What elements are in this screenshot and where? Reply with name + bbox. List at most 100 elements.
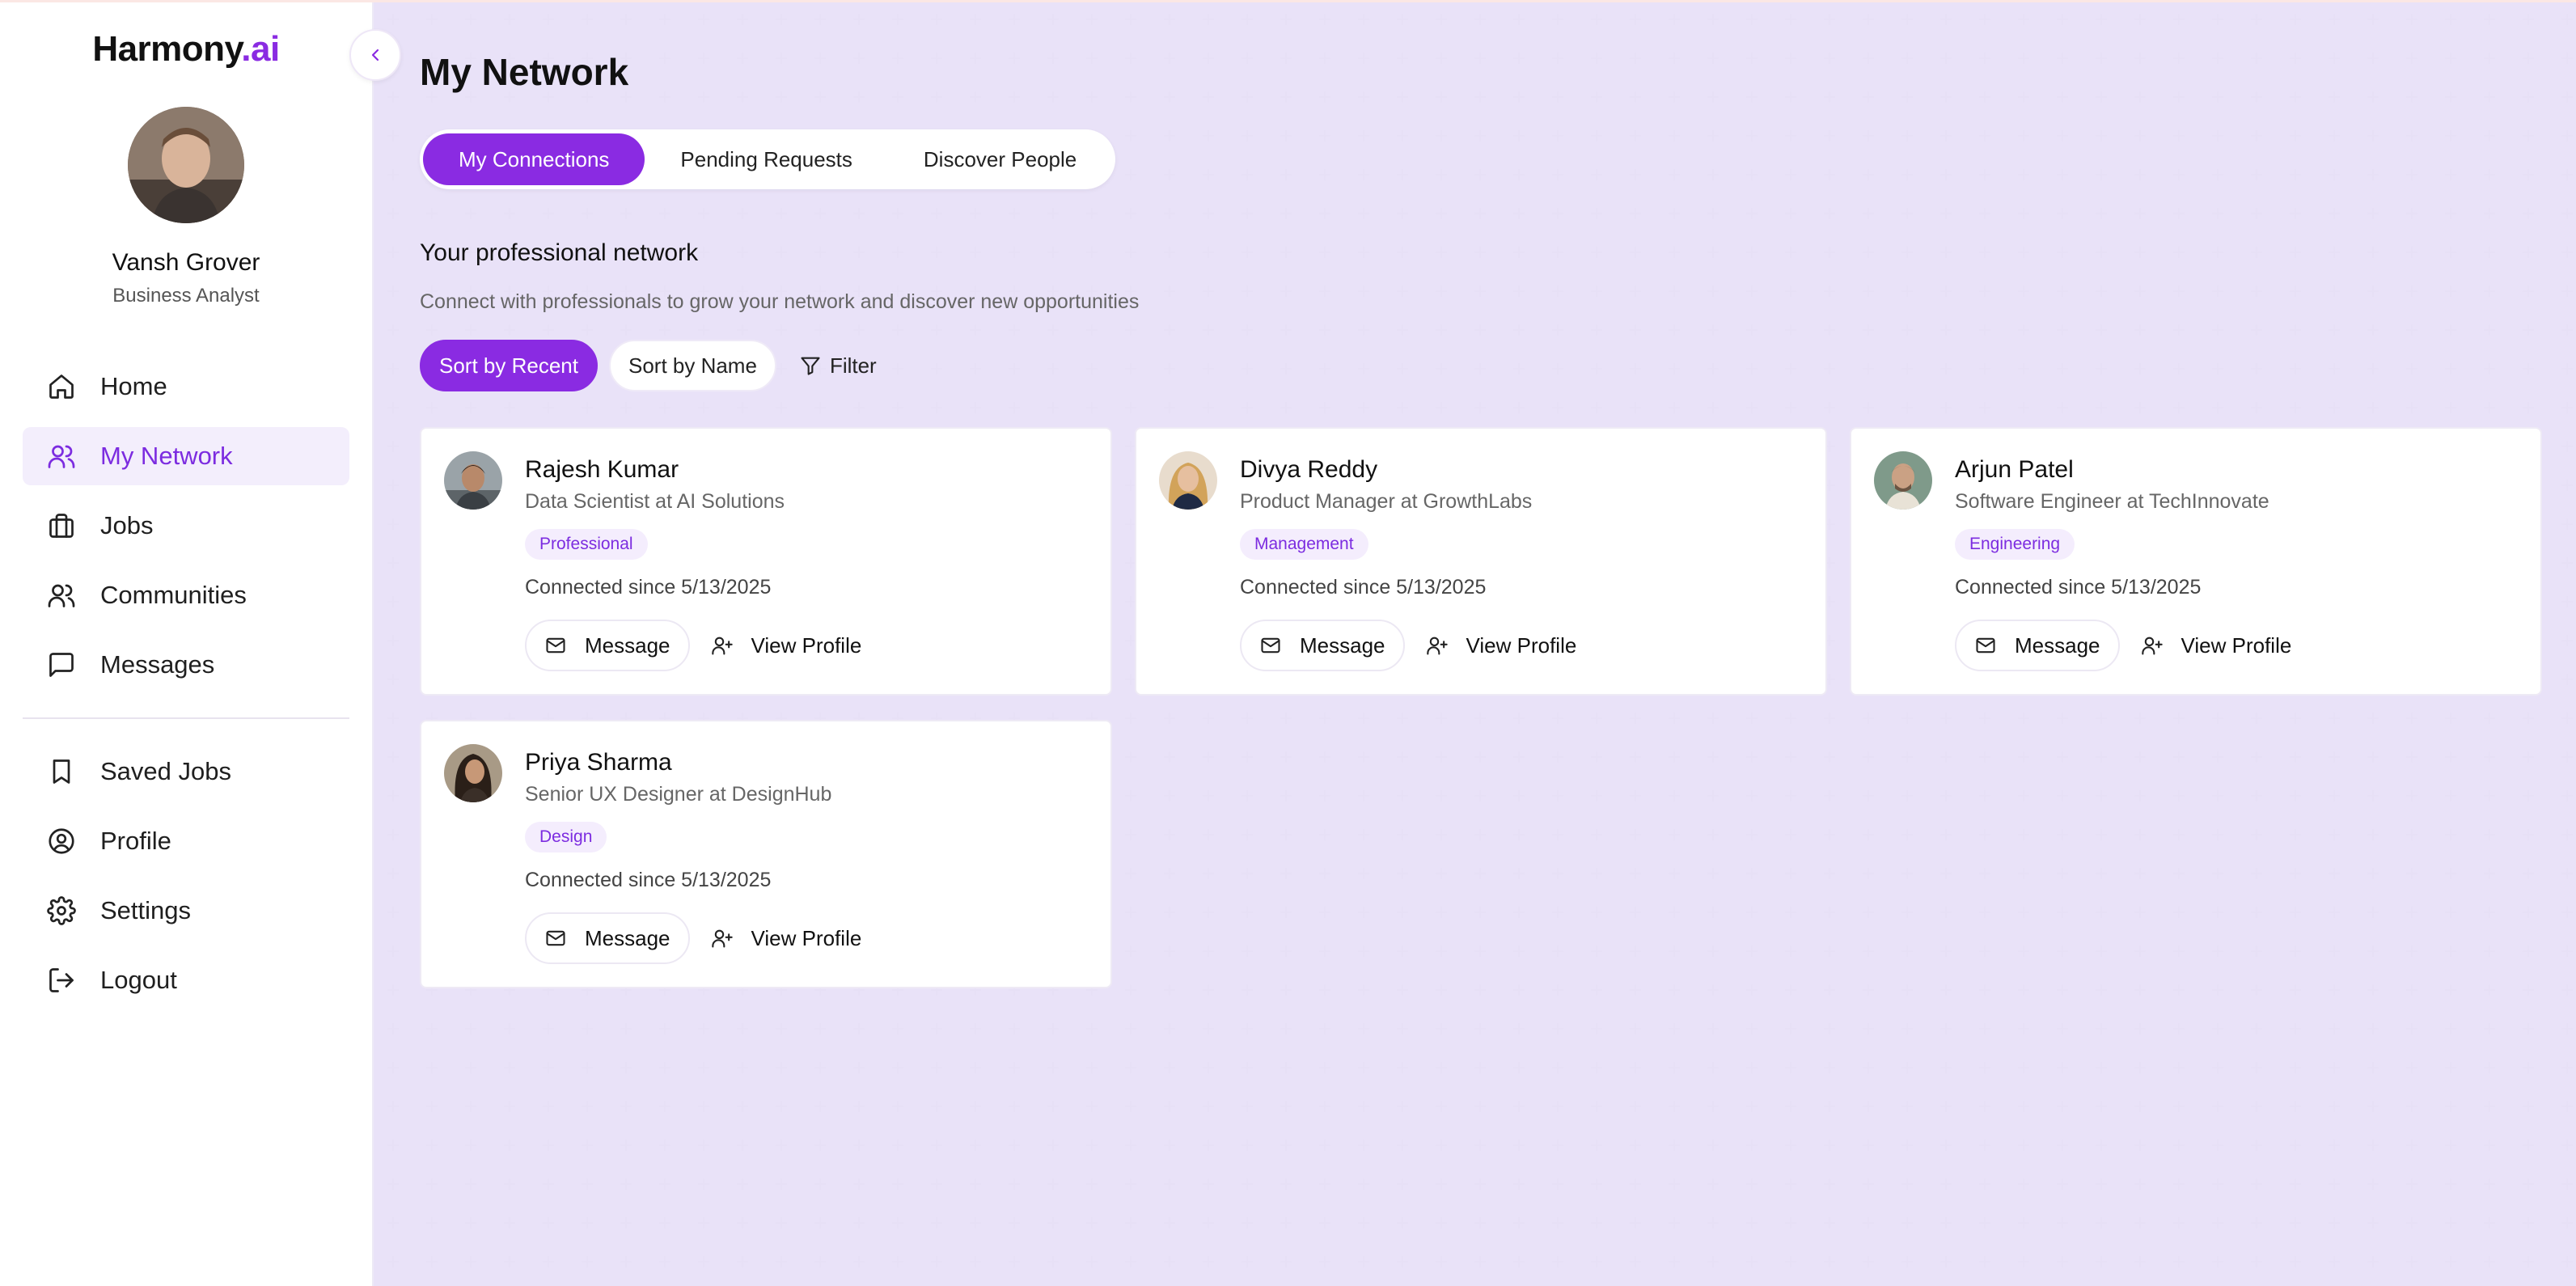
message-button[interactable]: Message [525,912,690,964]
view-profile-label: View Profile [751,925,862,950]
connection-title: Software Engineer at TechInnovate [1955,490,2269,513]
view-profile-label: View Profile [1466,632,1577,658]
user-plus-icon [1426,634,1449,657]
nav-item-my-network[interactable]: My Network [23,427,349,485]
nav-label: Home [100,372,167,400]
message-button[interactable]: Message [1240,620,1405,671]
connected-since: Connected since 5/13/2025 [1240,576,1487,599]
nav-label: Messages [100,650,215,679]
connection-avatar[interactable] [1874,451,1932,510]
tab-my-connections[interactable]: My Connections [423,133,645,185]
network-tabs: My Connections Pending Requests Discover… [420,129,1116,189]
connection-avatar[interactable] [1159,451,1217,510]
connection-title: Senior UX Designer at DesignHub [525,783,832,806]
sidebar: Harmony.ai Vansh Grover Business Analyst… [0,0,374,1286]
message-button[interactable]: Message [525,620,690,671]
connection-name[interactable]: Rajesh Kumar [525,456,679,484]
nav-label: Jobs [100,511,154,539]
view-profile-label: View Profile [751,632,862,658]
sort-by-recent-button[interactable]: Sort by Recent [420,340,598,391]
main-content: My Network My Connections Pending Reques… [374,0,2576,1286]
connection-name[interactable]: Priya Sharma [525,749,672,776]
user-role: Business Analyst [112,285,260,307]
users-icon [45,440,78,472]
category-tag: Professional [525,529,648,560]
view-profile-button[interactable]: View Profile [705,620,867,671]
mail-icon [544,634,567,657]
user-name: Vansh Grover [112,249,260,276]
connection-title: Data Scientist at AI Solutions [525,490,785,513]
sort-bar: Sort by Recent Sort by Name Filter [420,340,888,391]
message-button[interactable]: Message [1955,620,2120,671]
connected-since: Connected since 5/13/2025 [525,869,772,891]
connection-card: Priya Sharma Senior UX Designer at Desig… [420,720,1112,988]
view-profile-button[interactable]: View Profile [1420,620,1582,671]
connection-avatar[interactable] [444,744,502,802]
message-label: Message [1300,632,1385,658]
message-square-icon [45,649,78,681]
connected-since: Connected since 5/13/2025 [1955,576,2202,599]
section-subtitle: Connect with professionals to grow your … [420,290,1140,313]
mail-icon [544,927,567,950]
view-profile-label: View Profile [2181,632,2292,658]
nav-divider [23,717,349,719]
connected-since: Connected since 5/13/2025 [525,576,772,599]
category-tag: Engineering [1955,529,2075,560]
section-title: Your professional network [420,239,699,266]
page-title: My Network [420,51,629,93]
nav-label: Profile [100,827,171,855]
users-icon [45,579,78,611]
tab-pending-requests[interactable]: Pending Requests [645,133,887,185]
message-label: Message [585,632,670,658]
nav-item-messages[interactable]: Messages [23,636,349,694]
filter-label: Filter [829,353,877,378]
connection-card: Divya Reddy Product Manager at GrowthLab… [1135,427,1827,696]
card-actions: Message View Profile [1955,620,2297,671]
brand-accent: .ai [241,29,280,69]
nav-item-saved-jobs[interactable]: Saved Jobs [23,742,349,801]
view-profile-button[interactable]: View Profile [705,912,867,964]
sort-by-name-button[interactable]: Sort by Name [608,340,776,391]
user-circle-icon [45,825,78,857]
connection-card: Rajesh Kumar Data Scientist at AI Soluti… [420,427,1112,696]
connection-name[interactable]: Arjun Patel [1955,456,2074,484]
nav-item-jobs[interactable]: Jobs [23,497,349,555]
message-label: Message [585,925,670,950]
user-plus-icon [711,927,734,950]
nav-item-home[interactable]: Home [23,357,349,416]
mail-icon [1259,634,1282,657]
connection-title: Product Manager at GrowthLabs [1240,490,1533,513]
connection-avatar[interactable] [444,451,502,510]
sidebar-collapse-button[interactable] [349,29,401,81]
brand-name: Harmony [92,29,242,69]
nav-label: Communities [100,581,247,609]
connection-name[interactable]: Divya Reddy [1240,456,1377,484]
user-plus-icon [2141,634,2164,657]
filter-icon [799,354,822,377]
gear-icon [45,895,78,927]
card-actions: Message View Profile [525,620,867,671]
primary-nav: Home My Network Jobs Communities Message… [23,357,349,705]
top-accent-line [0,0,2576,2]
message-label: Message [2015,632,2100,658]
nav-item-profile[interactable]: Profile [23,812,349,870]
mail-icon [1974,634,1997,657]
nav-item-settings[interactable]: Settings [23,882,349,940]
category-tag: Management [1240,529,1368,560]
user-plus-icon [711,634,734,657]
tab-discover-people[interactable]: Discover People [888,133,1112,185]
secondary-nav: Saved Jobs Profile Settings Logout [23,742,349,1021]
view-profile-button[interactable]: View Profile [2135,620,2297,671]
nav-item-logout[interactable]: Logout [23,951,349,1009]
nav-item-communities[interactable]: Communities [23,566,349,624]
nav-label: Settings [100,896,192,924]
nav-label: My Network [100,442,233,470]
user-avatar[interactable] [128,107,244,223]
nav-label: Saved Jobs [100,757,231,785]
briefcase-icon [45,510,78,542]
filter-button[interactable]: Filter [788,340,888,391]
brand-logo[interactable]: Harmony.ai [0,29,372,70]
chevron-left-icon [366,45,385,65]
home-icon [45,370,78,403]
bookmark-icon [45,755,78,788]
